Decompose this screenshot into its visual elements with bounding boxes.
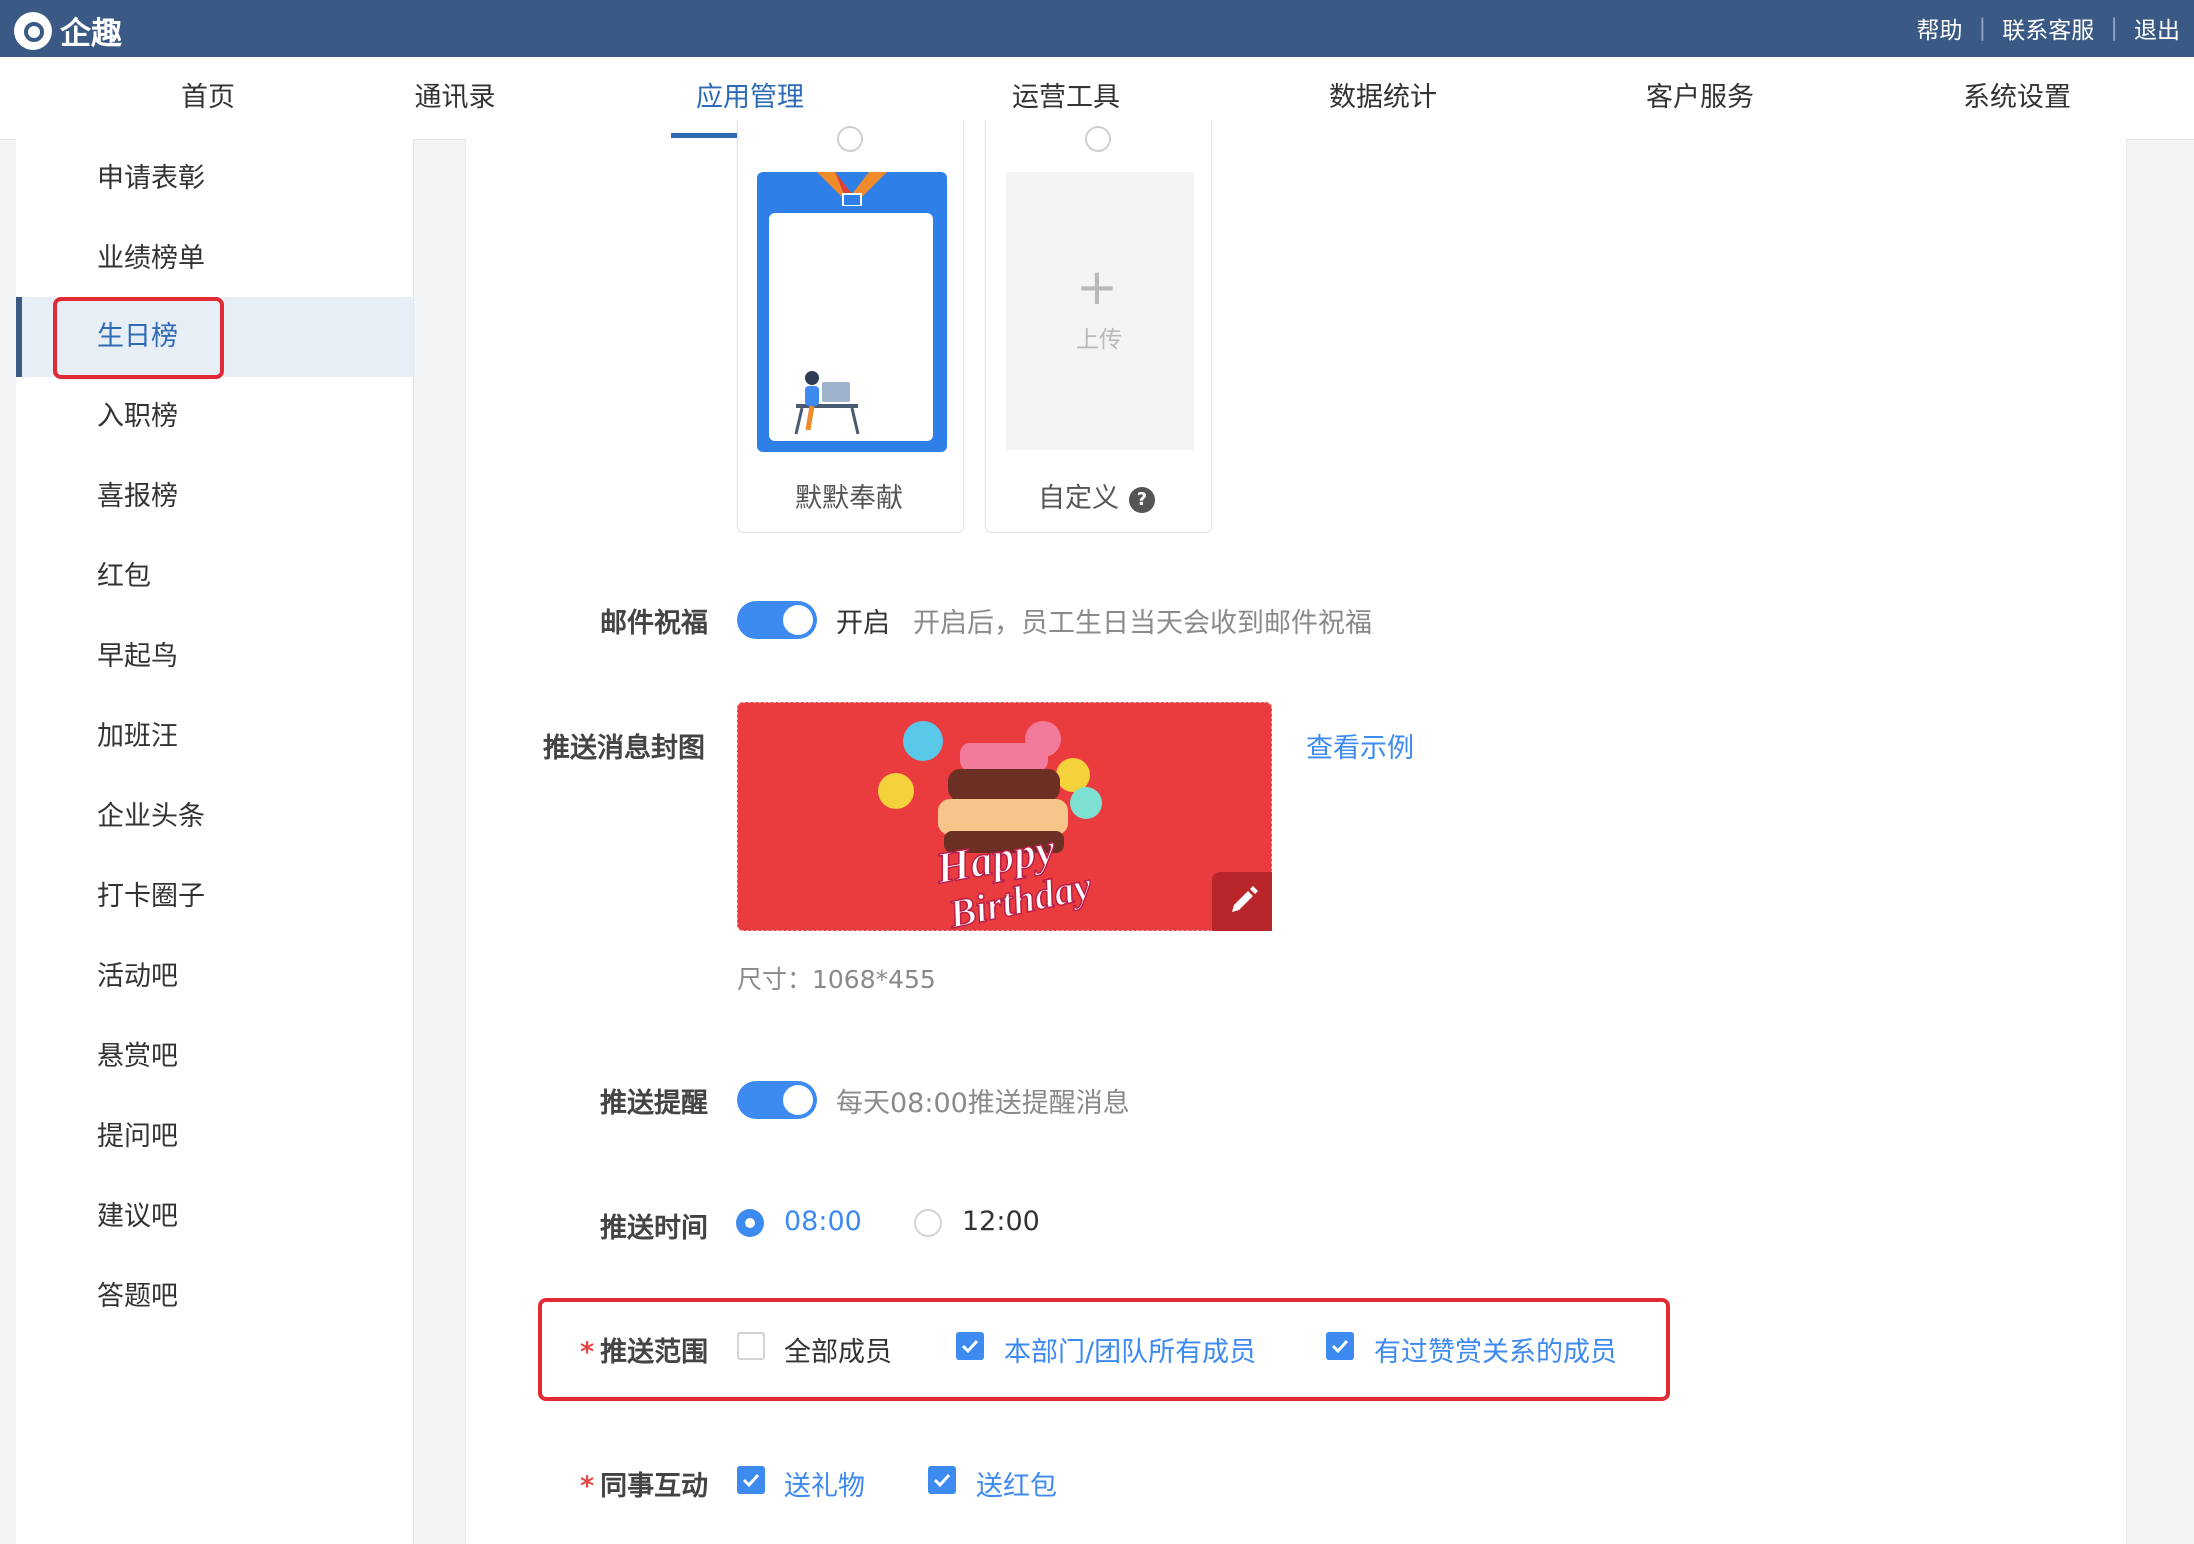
sidebar-item-performance[interactable]: 业绩榜单 xyxy=(16,219,413,299)
sidebar-item-questions[interactable]: 提问吧 xyxy=(16,1097,413,1177)
logo-icon xyxy=(14,11,52,50)
sidebar-item-red-packet[interactable]: 红包 xyxy=(16,537,413,617)
sidebar-item-activity[interactable]: 活动吧 xyxy=(16,937,413,1017)
scope-option-all[interactable]: 全部成员 xyxy=(784,1330,892,1369)
sidebar-item-early-bird[interactable]: 早起鸟 xyxy=(16,617,413,697)
checkmark-icon xyxy=(1331,1339,1349,1354)
template-radio-default[interactable] xyxy=(837,126,863,152)
divider: | xyxy=(1978,15,1987,41)
interaction-option-gift[interactable]: 送礼物 xyxy=(784,1464,865,1503)
upload-text: 上传 xyxy=(1076,327,1122,353)
cover-size-text: 尺寸：1068*455 xyxy=(737,965,936,994)
push-time-label: 推送时间 xyxy=(600,1213,708,1244)
required-mark: * xyxy=(580,1337,595,1368)
sidebar-item-bounty[interactable]: 悬赏吧 xyxy=(16,1017,413,1097)
scope-checkbox-department[interactable] xyxy=(956,1332,984,1360)
push-time-radio-0800[interactable] xyxy=(736,1209,764,1237)
worker-illustration-icon xyxy=(794,371,860,435)
nav-data-statistics[interactable]: 数据统计 xyxy=(1329,57,1437,139)
sidebar-item-onboarding[interactable]: 入职榜 xyxy=(16,377,413,457)
sidebar-item-good-news[interactable]: 喜报榜 xyxy=(16,457,413,537)
interaction-checkbox-red-packet[interactable] xyxy=(928,1466,956,1494)
sidebar-item-headlines[interactable]: 企业头条 xyxy=(16,777,413,857)
nav-home[interactable]: 首页 xyxy=(181,57,235,139)
lanyard-icon xyxy=(817,172,887,206)
pencil-icon xyxy=(1232,886,1258,912)
checkmark-icon xyxy=(933,1473,951,1488)
scope-checkbox-appreciation[interactable] xyxy=(1326,1332,1354,1360)
nav-contacts[interactable]: 通讯录 xyxy=(415,57,496,139)
checkmark-icon xyxy=(742,1473,760,1488)
email-hint: 开启后，员工生日当天会收到邮件祝福 xyxy=(913,608,1372,639)
sidebar-item-overtime[interactable]: 加班汪 xyxy=(16,697,413,777)
push-time-option-1200[interactable]: 12:00 xyxy=(962,1206,1040,1237)
birthday-cake-illustration: Happy Birthday xyxy=(878,721,1102,930)
template-label-default: 默默奉献 xyxy=(795,483,903,514)
sidebar-item-quiz[interactable]: 答题吧 xyxy=(16,1257,413,1337)
help-link[interactable]: 帮助 xyxy=(1917,11,1963,45)
nav-customer-service[interactable]: 客户服务 xyxy=(1646,57,1754,139)
remind-label: 推送提醒 xyxy=(600,1088,708,1119)
push-scope-label: * 推送范围 xyxy=(580,1337,709,1368)
template-radio-custom[interactable] xyxy=(1085,126,1111,152)
view-example-link[interactable]: 查看示例 xyxy=(1306,726,1414,765)
push-time-option-0800[interactable]: 08:00 xyxy=(784,1206,862,1237)
top-bar: 企趣 帮助 | 联系客服 | 退出 xyxy=(0,0,2194,57)
plus-icon: + xyxy=(1076,258,1118,316)
help-question-icon[interactable]: ? xyxy=(1129,486,1155,513)
app-name: 企趣 xyxy=(60,16,122,52)
push-time-radio-1200[interactable] xyxy=(914,1209,942,1237)
sidebar-item-suggestions[interactable]: 建议吧 xyxy=(16,1177,413,1257)
divider: | xyxy=(2110,15,2118,41)
scope-option-department[interactable]: 本部门/团队所有成员 xyxy=(1004,1330,1256,1369)
cover-image[interactable]: Happy Birthday xyxy=(737,702,1272,931)
scope-option-appreciation[interactable]: 有过赞赏关系的成员 xyxy=(1374,1330,1617,1369)
interaction-option-red-packet[interactable]: 送红包 xyxy=(976,1464,1057,1503)
scope-checkbox-all[interactable] xyxy=(737,1332,765,1360)
checkmark-icon xyxy=(961,1339,979,1354)
email-state: 开启 xyxy=(836,608,890,639)
template-label-custom: 自定义? xyxy=(1038,476,1155,515)
sidebar-item-checkin-circle[interactable]: 打卡圈子 xyxy=(16,857,413,937)
required-mark: * xyxy=(580,1471,595,1502)
annotation-highlight-birthday xyxy=(53,297,224,379)
remind-toggle[interactable] xyxy=(737,1081,817,1119)
logout-link[interactable]: 退出 xyxy=(2134,11,2180,45)
remind-hint: 每天08:00推送提醒消息 xyxy=(836,1088,1130,1119)
cover-label: 推送消息封图 xyxy=(543,733,705,764)
email-label: 邮件祝福 xyxy=(600,608,708,639)
sidebar-item-commendation[interactable]: 申请表彰 xyxy=(16,139,413,219)
edit-cover-button[interactable] xyxy=(1212,872,1272,931)
nav-system-settings[interactable]: 系统设置 xyxy=(1963,57,2071,139)
interaction-checkbox-gift[interactable] xyxy=(737,1466,765,1494)
email-toggle[interactable] xyxy=(737,601,817,639)
contact-service-link[interactable]: 联系客服 xyxy=(2002,11,2094,45)
top-links: 帮助 | 联系客服 | 退出 xyxy=(1917,11,2181,45)
interaction-label: * 同事互动 xyxy=(580,1471,709,1502)
app-logo[interactable]: 企趣 xyxy=(14,8,122,53)
